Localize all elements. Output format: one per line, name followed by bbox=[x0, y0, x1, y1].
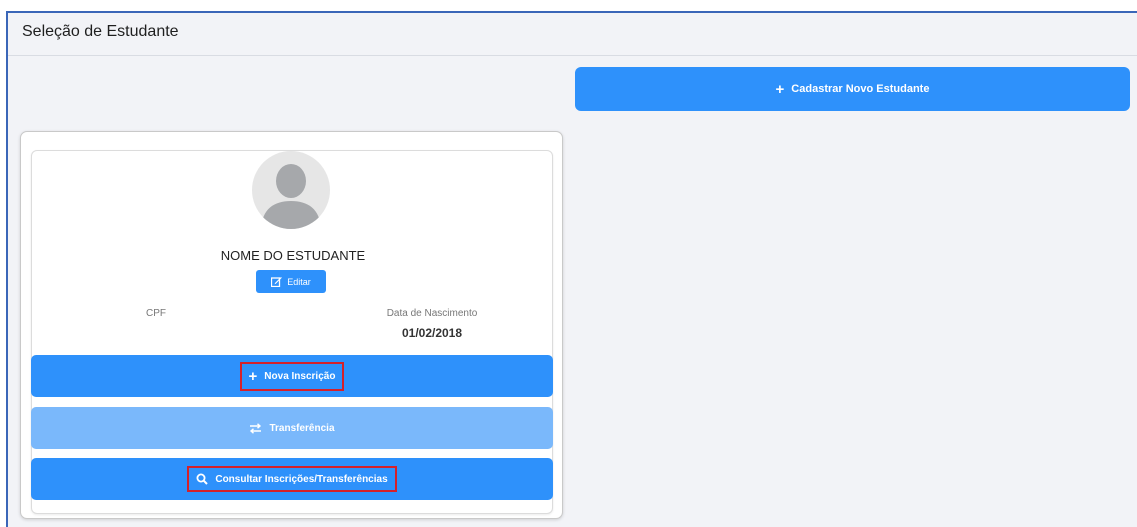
avatar bbox=[252, 151, 330, 229]
highlight-box: + Nova Inscrição bbox=[239, 361, 345, 391]
student-card-inner: NOME DO ESTUDANTE Editar CPF Data de Nas… bbox=[31, 150, 553, 514]
swap-arrows-icon bbox=[250, 422, 262, 434]
cadastrar-label: Cadastrar Novo Estudante bbox=[791, 83, 930, 95]
birth-date-value: 01/02/2018 bbox=[401, 326, 463, 340]
search-icon bbox=[196, 473, 209, 485]
nova-inscricao-button[interactable]: + Nova Inscrição bbox=[31, 355, 553, 397]
consultar-label: Consultar Inscrições/Transferências bbox=[215, 473, 388, 485]
title-divider bbox=[8, 55, 1137, 56]
birth-date-label: Data de Nascimento bbox=[386, 308, 478, 319]
cpf-label: CPF bbox=[146, 308, 166, 319]
edit-label: Editar bbox=[287, 276, 311, 287]
user-silhouette-icon bbox=[261, 164, 321, 229]
student-name: NOME DO ESTUDANTE bbox=[220, 248, 366, 263]
page-title: Seleção de Estudante bbox=[22, 23, 179, 40]
student-card: NOME DO ESTUDANTE Editar CPF Data de Nas… bbox=[20, 131, 563, 519]
transferencia-button[interactable]: Transferência bbox=[31, 407, 553, 449]
plus-icon: + bbox=[248, 367, 258, 385]
nova-inscricao-label: Nova Inscrição bbox=[264, 370, 336, 382]
edit-icon bbox=[271, 277, 283, 287]
plus-icon: + bbox=[775, 80, 785, 98]
consultar-button[interactable]: Consultar Inscrições/Transferências bbox=[31, 458, 553, 500]
highlight-box: Consultar Inscrições/Transferências bbox=[187, 466, 397, 492]
main-panel: Seleção de Estudante + Cadastrar Novo Es… bbox=[6, 11, 1137, 527]
transferencia-label: Transferência bbox=[269, 422, 335, 434]
edit-student-button[interactable]: Editar bbox=[256, 270, 326, 293]
cadastrar-novo-estudante-button[interactable]: + Cadastrar Novo Estudante bbox=[575, 67, 1130, 111]
